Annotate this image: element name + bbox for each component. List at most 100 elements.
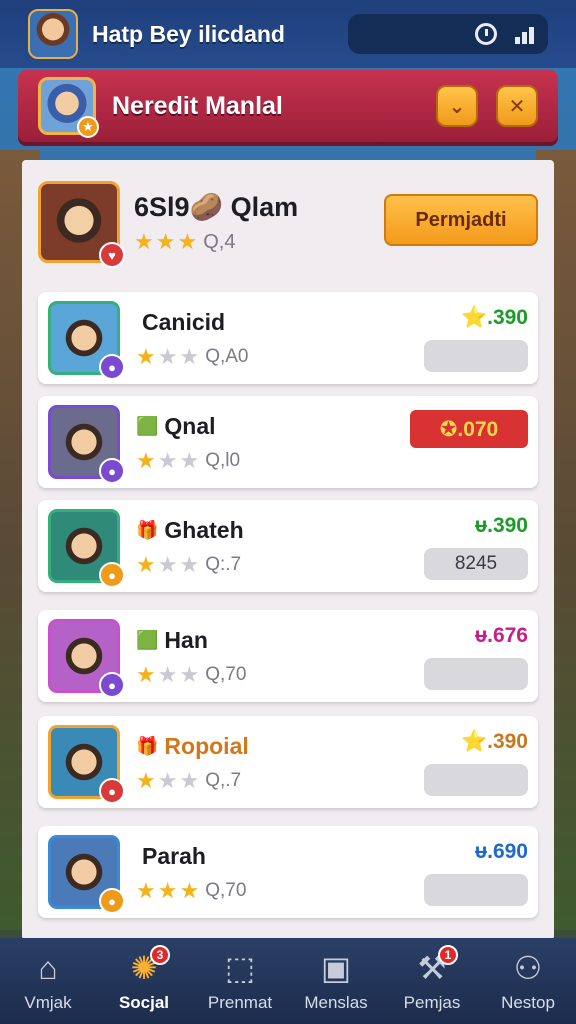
nav-label: Prenmat [207,993,273,1012]
nav-label: Nestop [501,993,555,1012]
nav-item-prenmat[interactable]: ⬚ Prenmat [192,949,288,1013]
gift-icon: 🎁 [136,519,159,540]
action-pill[interactable]: 8245 [424,548,528,580]
gift-icon: 🟩 [136,629,159,650]
panel-title: Neredit Manlal [112,91,283,120]
player-avatar-icon[interactable]: ● [48,619,125,698]
player-sub-value: Q,A0 [205,345,249,367]
panel-header: ★ Neredit Manlal ⌄ ✕ [18,70,558,142]
profile-icon: ⚇ [513,950,543,986]
star-icon: ★ [157,767,178,793]
score-value: ᵾ.676 [474,624,528,647]
score-value: ᵾ.690 [474,840,528,863]
player-avatar-icon[interactable]: ● [48,405,125,484]
player-avatar-icon[interactable]: ● [48,725,125,804]
nav-item-nestop[interactable]: ⚇ Nestop [480,949,576,1013]
player-row[interactable]: ● Canicid ★ ★ ★ Q,A0 ⭐.390 [38,292,538,384]
star-icon: ★ [136,343,156,369]
featured-action-button[interactable]: Permjadti [384,194,538,246]
app-title: Hatp Bey ilicdand [92,20,285,47]
close-icon[interactable]: ✕ [496,85,538,127]
featured-sub-value: Q,4 [203,230,236,253]
home-icon: ⌂ [38,949,58,986]
nav-item-menslas[interactable]: ▣ Menslas [288,949,384,1013]
featured-star-rating: ★ ★ ★ [134,231,197,253]
action-pill[interactable] [424,764,528,796]
action-pill[interactable] [424,874,528,906]
player-row[interactable]: ● 🎁 Ropoial ★ ★ ★ Q,.7 ⭐.390 [38,716,538,808]
action-pill[interactable] [424,340,528,372]
star-icon: ★ [157,877,178,903]
map-icon: ▣ [320,950,352,986]
star-rating: ★ ★ ★ [136,343,200,369]
featured-avatar-icon[interactable]: ♥ [38,181,125,268]
star-icon: ★ [157,661,178,687]
star-rating: ★ ★ ★ [136,661,200,687]
star-icon: ★ [179,767,200,793]
chevron-down-icon[interactable]: ⌄ [436,85,478,127]
action-pill[interactable] [424,658,528,690]
star-icon: ★ [179,551,200,577]
player-row[interactable]: ● 🎁 Ghateh ★ ★ ★ Q:.7 ᵾ.390 8245 [38,500,538,592]
player-avatar-icon[interactable] [28,9,78,59]
score-value: ᵾ.390 [474,514,528,537]
rank-badge-icon: ● [99,888,125,914]
player-row[interactable]: ● 🟩 Han ★ ★ ★ Q,70 ᵾ.676 [38,610,538,702]
nav-item-vmjak[interactable]: ⌂ Vmjak [0,949,96,1013]
nav-label: Vmjak [24,993,72,1012]
score-badge: ✪.070 [410,410,528,448]
rank-badge-icon: ● [99,778,125,804]
player-sub-value: Q,.7 [205,769,242,791]
star-icon: ★ [179,343,200,369]
star-icon: ★ [157,447,178,473]
player-name-text: Ropoial [164,732,249,759]
notification-badge: 1 [438,945,458,965]
nav-item-pemjas[interactable]: ⚒ 1 Pemjas [384,945,480,1013]
player-avatar-icon[interactable]: ● [48,835,125,914]
player-name-text: Canicid [142,308,226,335]
star-icon: ★ [177,229,198,254]
player-avatar-icon[interactable]: ● [48,509,125,588]
star-icon: ★ [157,551,178,577]
star-icon: ★ [157,343,178,369]
leaderboard-panel: ♥ 6Sl9🥔 Qlam ★ ★ ★ Q,4 Permjadti ● Canicid… [22,160,554,940]
star-icon: ★ [179,447,200,473]
player-name-text: Han [164,626,208,653]
star-icon: ★ [136,661,156,687]
gift-icon: 🟩 [136,415,159,436]
notification-badge: 3 [150,945,170,965]
player-avatar-icon[interactable]: ● [48,301,125,380]
nav-item-socjal[interactable]: ✺ 3 Socjal [96,945,192,1013]
chat-icon: ⬚ [224,950,256,986]
star-badge-icon: ★ [77,116,99,138]
star-icon: ★ [179,661,200,687]
star-rating: ★ ★ ★ [136,877,200,903]
star-icon: ★ [136,767,156,793]
star-rating: ★ ★ ★ [136,447,200,473]
signal-icon [515,24,534,44]
player-sub-value: Q,l0 [205,449,241,471]
player-row[interactable]: ● 🟩 Qnal ★ ★ ★ Q,l0 ✪.070 [38,396,538,488]
header-avatar-icon: ★ [38,77,99,138]
nav-label: Socjal [118,993,170,1012]
star-icon: ★ [136,447,156,473]
rank-badge-icon: ● [99,672,125,698]
nav-label: Pemjas [403,993,461,1012]
player-sub-value: Q,70 [205,663,247,685]
player-name-text: Parah [142,842,206,869]
star-icon: ★ [136,877,156,903]
clock-icon[interactable] [475,23,497,45]
star-icon: ★ [134,229,154,254]
star-icon: ★ [136,551,156,577]
player-sub-value: Q:.7 [205,553,242,575]
player-row[interactable]: ● Parah ★ ★ ★ Q,70 ᵾ.690 [38,826,538,918]
score-value: ⭐.390 [460,730,528,753]
nav-label: Menslas [304,993,368,1012]
top-status-bar: Hatp Bey ilicdand [0,0,576,68]
player-name-text: Ghateh [164,516,244,543]
player-sub-value: Q,70 [205,879,247,901]
featured-player: ♥ 6Sl9🥔 Qlam ★ ★ ★ Q,4 Permjadti [38,174,538,270]
score-value: ⭐.390 [460,306,528,329]
star-icon: ★ [179,877,200,903]
star-rating: ★ ★ ★ [136,767,200,793]
